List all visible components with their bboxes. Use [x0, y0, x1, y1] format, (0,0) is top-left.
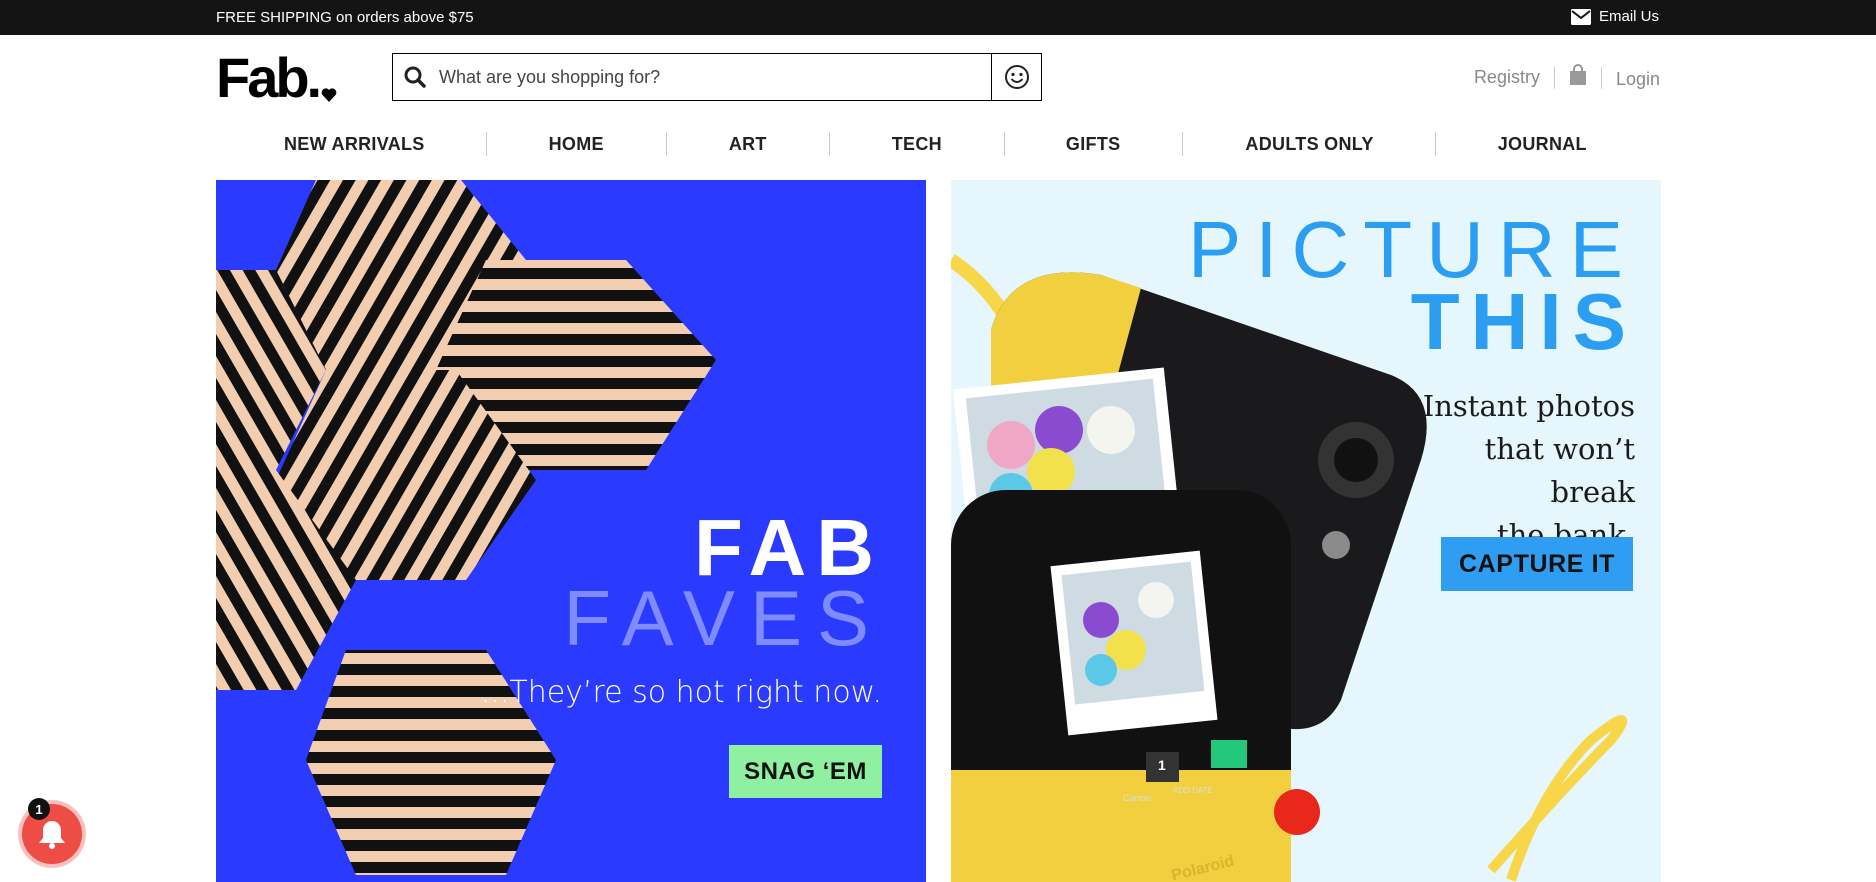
tagline-line: Instant photos	[1422, 389, 1635, 423]
camera-cancel-label: Cancel	[1123, 793, 1152, 803]
email-us-link[interactable]: Email Us	[1570, 8, 1659, 25]
logo-text: Fab.	[216, 46, 322, 109]
divider	[1553, 66, 1555, 89]
heart-icon	[321, 88, 337, 102]
banner-title-line2: THIS	[1410, 277, 1637, 366]
picture-this-banner[interactable]: 1 Cancel ADD DATE Polaroid PICTURE THIS …	[951, 180, 1661, 882]
envelope-icon	[1570, 8, 1591, 25]
banner-tagline: Instant photos that won’t break the bank…	[1395, 385, 1635, 557]
nav-item-gifts[interactable]: GIFTS	[1066, 134, 1121, 155]
nav-divider	[1434, 132, 1436, 156]
emoji-button[interactable]	[991, 54, 1041, 100]
login-link[interactable]: Login	[1616, 69, 1660, 90]
notification-bell-button[interactable]: 1	[22, 798, 82, 864]
cart-button[interactable]	[1569, 64, 1587, 91]
nav-item-adults-only[interactable]: ADULTS ONLY	[1245, 134, 1373, 155]
main-nav: NEW ARRIVALS HOME ART TECH GIFTS ADULTS …	[216, 128, 1660, 160]
search-icon	[404, 66, 426, 88]
tagline-line: that won’t break	[1484, 432, 1635, 509]
search-bar	[392, 53, 1042, 101]
nav-item-new-arrivals[interactable]: NEW ARRIVALS	[284, 134, 425, 155]
bell-icon	[39, 821, 65, 849]
camera-quantity: 1	[1158, 757, 1166, 773]
nav-divider	[665, 132, 667, 156]
shopping-bag-icon	[1569, 64, 1586, 85]
fab-faves-banner[interactable]: FAB FAVES ...They’re so hot right now. S…	[216, 180, 926, 882]
registry-link[interactable]: Registry	[1474, 67, 1540, 88]
nav-divider	[485, 132, 487, 156]
announcement-bar: FREE SHIPPING on orders above $75 Email …	[0, 0, 1876, 35]
capture-it-button[interactable]: CAPTURE IT	[1441, 537, 1633, 591]
smiley-icon	[1004, 65, 1029, 89]
snag-em-button[interactable]: SNAG ‘EM	[729, 745, 882, 798]
nav-item-tech[interactable]: TECH	[892, 134, 942, 155]
free-shipping-text: FREE SHIPPING on orders above $75	[216, 9, 474, 26]
fab-logo[interactable]: Fab.	[216, 50, 337, 106]
nav-divider	[828, 132, 830, 156]
notification-count-badge: 1	[28, 798, 50, 820]
search-input[interactable]	[437, 54, 991, 100]
banner-tagline: ...They’re so hot right now.	[480, 675, 882, 710]
camera-add-date-label: ADD DATE	[1173, 786, 1213, 795]
banner-subtitle: FAVES	[563, 574, 884, 662]
nav-item-art[interactable]: ART	[729, 134, 767, 155]
nav-divider	[1003, 132, 1005, 156]
divider	[1600, 66, 1602, 89]
email-us-label: Email Us	[1598, 8, 1659, 25]
nav-item-home[interactable]: HOME	[549, 134, 604, 155]
search-button[interactable]	[393, 54, 437, 100]
nav-item-journal[interactable]: JOURNAL	[1498, 134, 1587, 155]
account-links: Registry Login	[1474, 64, 1660, 91]
nav-divider	[1182, 132, 1184, 156]
